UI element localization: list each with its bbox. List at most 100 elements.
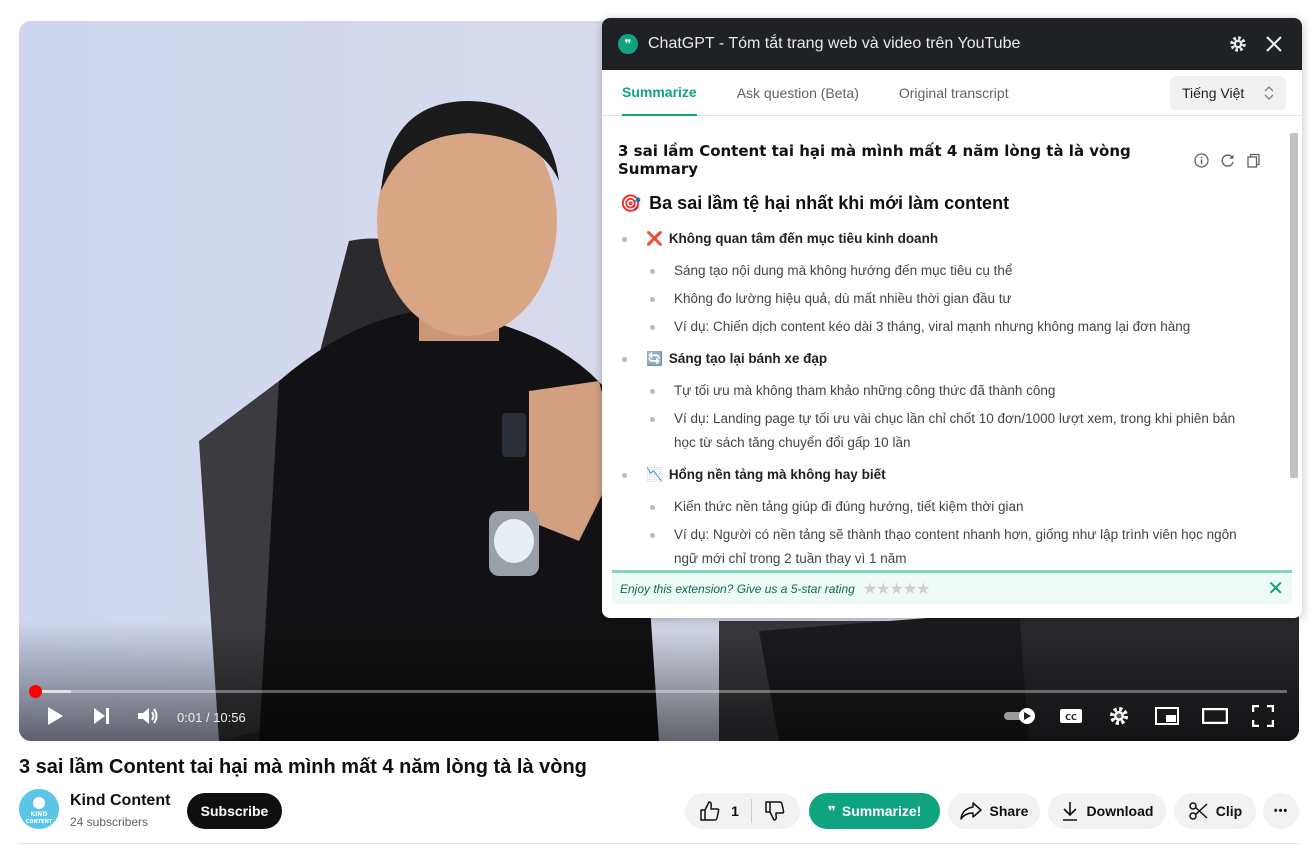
list-item-text: Ví dụ: Landing page tự tối ưu vài chục l… — [674, 411, 1236, 426]
chatgpt-summary-panel: ❞ ChatGPT - Tóm tắt trang web và video t… — [602, 18, 1302, 618]
theater-button[interactable] — [1201, 701, 1229, 731]
total-time: 10:56 — [213, 710, 246, 725]
channel-name[interactable]: Kind Content — [70, 792, 170, 810]
scissors-icon — [1188, 801, 1208, 821]
copy-button[interactable] — [1244, 151, 1262, 169]
copy-icon — [1246, 153, 1260, 168]
thumbs-up-icon — [700, 801, 720, 821]
avatar: KIND CONTENT — [19, 789, 59, 829]
chart-down-icon: 📉 — [646, 467, 663, 482]
list-item-text: học từ sách tăng chuyển đổi gấp 10 lần — [674, 435, 911, 450]
share-icon — [959, 802, 982, 820]
tab-summarize[interactable]: Summarize — [622, 70, 697, 116]
bullet — [650, 269, 655, 274]
like-divider — [750, 799, 752, 823]
download-icon — [1061, 801, 1079, 821]
bullet — [650, 533, 655, 538]
autoplay-icon — [1004, 708, 1035, 724]
gear-icon — [1230, 36, 1246, 52]
bullet — [650, 389, 655, 394]
panel-header: ❞ ChatGPT - Tóm tắt trang web và video t… — [602, 18, 1302, 70]
info-icon — [1193, 152, 1209, 168]
regenerate-button[interactable] — [1218, 151, 1236, 169]
svg-text:CONTENT: CONTENT — [26, 819, 53, 825]
cross-mark-icon: ❌ — [646, 231, 663, 246]
info-button[interactable] — [1192, 151, 1210, 169]
fullscreen-icon — [1252, 705, 1274, 727]
bullet — [650, 505, 655, 510]
bullet — [622, 473, 627, 478]
volume-button[interactable] — [134, 701, 162, 731]
summary-title: 3 sai lầm Content tai hại mà mình mất 4 … — [618, 142, 1131, 178]
list-item-text: Kiến thức nền tảng giúp đi đúng hướng, t… — [674, 499, 1024, 514]
section-divider — [19, 843, 1299, 844]
bullet — [622, 237, 627, 242]
quote-icon: ❞ — [827, 802, 836, 819]
volume-icon — [138, 708, 158, 724]
list-item-text: Sáng tạo nội dung mà không hướng đến mục… — [674, 263, 1013, 278]
tab-original-transcript[interactable]: Original transcript — [899, 70, 1009, 116]
list-item: Ví dụ: Landing page tự tối ưu vài chục l… — [650, 407, 1235, 431]
list-item: Kiến thức nền tảng giúp đi đúng hướng, t… — [650, 495, 1024, 519]
cc-icon: CC — [1060, 709, 1082, 723]
subscriber-count: 24 subscribers — [70, 815, 149, 829]
section-title: Hổng nền tảng mà không hay biết — [668, 467, 886, 482]
panel-close-button[interactable] — [1262, 32, 1286, 56]
language-value: Tiếng Việt — [1182, 85, 1245, 101]
share-button[interactable]: Share — [948, 793, 1040, 829]
settings-button[interactable] — [1105, 701, 1133, 731]
clip-button[interactable]: Clip — [1174, 793, 1256, 829]
fullscreen-button[interactable] — [1249, 701, 1277, 731]
channel-avatar[interactable]: KIND CONTENT — [19, 789, 59, 829]
list-item-text: ngữ mới chỉ trong 2 tuần thay vì 1 năm — [674, 551, 907, 566]
like-button[interactable]: 1 — [699, 801, 739, 821]
summary-heading: 🎯 Ba sai lầm tệ hại nhất khi mới làm con… — [620, 193, 1009, 214]
scrollbar[interactable] — [1288, 117, 1300, 569]
list-item-text: Ví dụ: Chiến dịch content kéo dài 3 thán… — [674, 319, 1191, 334]
video-title: 3 sai lầm Content tai hại mà mình mất 4 … — [19, 756, 587, 778]
next-button[interactable] — [88, 701, 116, 731]
progress-bar[interactable] — [28, 685, 1287, 698]
list-item-text: Ví dụ: Người có nền tảng sẽ thành thạo c… — [674, 527, 1237, 542]
list-item: Tự tối ưu mà không tham khảo những công … — [650, 379, 1055, 403]
bullet — [650, 325, 655, 330]
rating-banner: Enjoy this extension? Give us a 5-star r… — [612, 570, 1292, 604]
play-icon — [48, 707, 63, 725]
language-select[interactable]: Tiếng Việt — [1170, 76, 1286, 110]
list-item: Sáng tạo nội dung mà không hướng đến mục… — [650, 259, 1012, 283]
tab-ask-question[interactable]: Ask question (Beta) — [737, 70, 859, 116]
dislike-button[interactable] — [764, 801, 786, 821]
rating-stars[interactable]: ★★★★★ — [863, 579, 931, 599]
panel-tabs: Summarize Ask question (Beta) Original t… — [602, 70, 1302, 116]
svg-text:KIND: KIND — [31, 811, 48, 818]
download-label: Download — [1086, 803, 1154, 819]
section-title: Không quan tâm đến mục tiêu kinh doanh — [668, 231, 939, 246]
list-item: Ví dụ: Chiến dịch content kéo dài 3 thán… — [650, 315, 1190, 339]
current-time: 0:01 — [177, 710, 203, 725]
scrollbar-thumb[interactable] — [1290, 133, 1298, 478]
panel-settings-button[interactable] — [1226, 32, 1250, 56]
more-icon: ••• — [1273, 805, 1289, 817]
autoplay-toggle[interactable] — [1001, 701, 1041, 731]
rating-text: Enjoy this extension? Give us a 5-star r… — [620, 581, 855, 596]
clip-label: Clip — [1215, 803, 1243, 819]
miniplayer-button[interactable] — [1153, 701, 1181, 731]
play-button[interactable] — [41, 701, 69, 731]
time-separator: / — [205, 710, 210, 725]
subscribe-button[interactable]: Subscribe — [187, 793, 282, 829]
like-dislike-group: 1 — [685, 793, 800, 829]
list-item-continuation: học từ sách tăng chuyển đổi gấp 10 lần — [674, 431, 910, 455]
progress-scrubber[interactable] — [28, 685, 42, 698]
close-icon[interactable]: ✕ — [1267, 576, 1284, 601]
download-button[interactable]: Download — [1048, 793, 1166, 829]
captions-button[interactable]: CC — [1057, 701, 1085, 731]
summary-content[interactable]: 3 sai lầm Content tai hại mà mình mất 4 … — [602, 117, 1302, 569]
list-item-continuation: ngữ mới chỉ trong 2 tuần thay vì 1 năm — [674, 547, 907, 569]
share-label: Share — [989, 803, 1029, 819]
summary-title-row: 3 sai lầm Content tai hại mà mình mất 4 … — [618, 142, 1262, 178]
list-item-text: Không đo lường hiệu quả, dù mất nhiều th… — [674, 291, 1012, 306]
summarize-button[interactable]: ❞ Summarize! — [809, 793, 940, 829]
more-actions-button[interactable]: ••• — [1263, 793, 1299, 829]
gear-icon — [1110, 707, 1128, 725]
section-header: 🔄 Sáng tạo lại bánh xe đạp — [622, 347, 827, 371]
